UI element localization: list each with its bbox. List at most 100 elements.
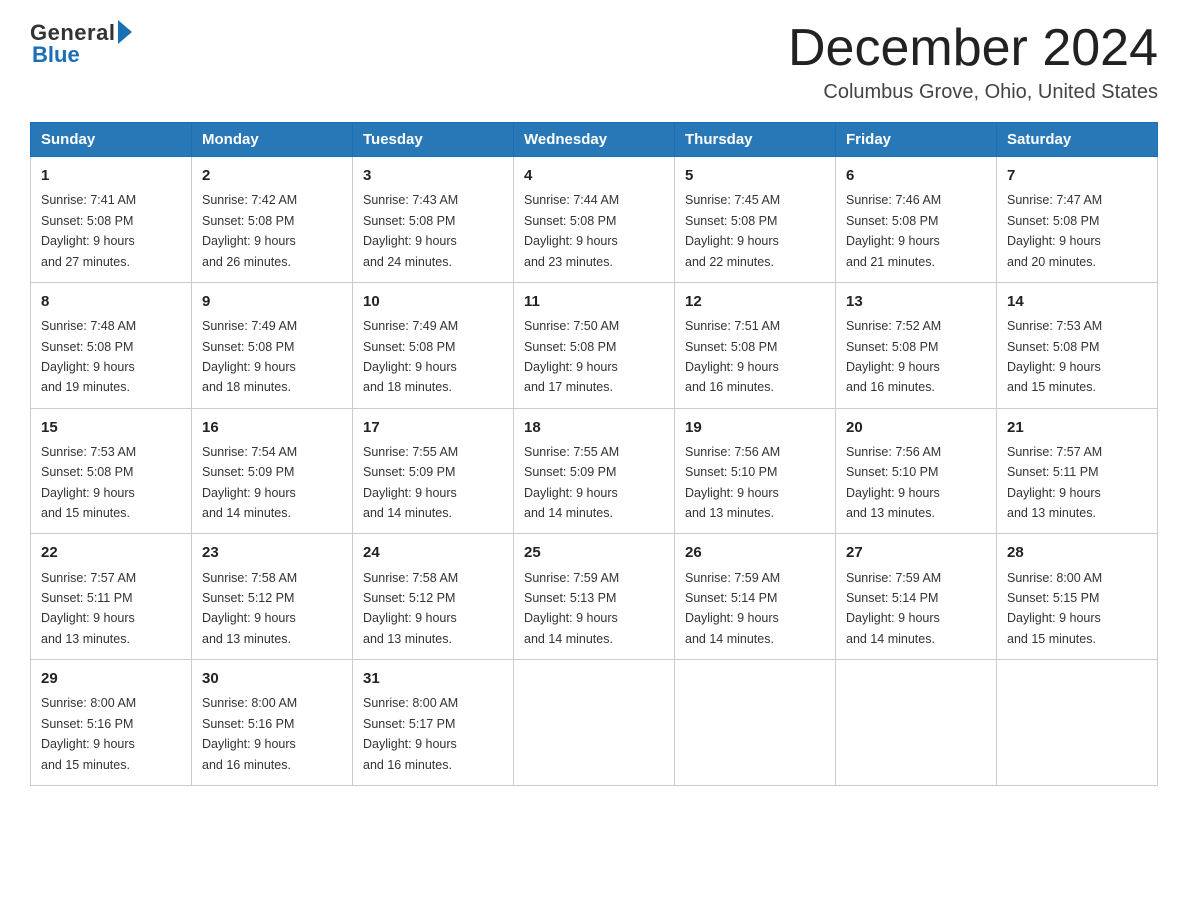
title-block: December 2024 Columbus Grove, Ohio, Unit… — [788, 20, 1158, 104]
calendar-day-cell: 22 Sunrise: 7:57 AMSunset: 5:11 PMDaylig… — [31, 534, 192, 660]
day-info: Sunrise: 7:59 AMSunset: 5:14 PMDaylight:… — [846, 571, 941, 646]
day-number: 7 — [1007, 164, 1147, 187]
calendar-day-cell — [514, 660, 675, 786]
calendar-day-cell — [836, 660, 997, 786]
day-number: 2 — [202, 164, 342, 187]
calendar-day-cell: 17 Sunrise: 7:55 AMSunset: 5:09 PMDaylig… — [353, 408, 514, 534]
calendar-day-cell: 14 Sunrise: 7:53 AMSunset: 5:08 PMDaylig… — [997, 282, 1158, 408]
day-number: 25 — [524, 541, 664, 564]
calendar-day-cell: 19 Sunrise: 7:56 AMSunset: 5:10 PMDaylig… — [675, 408, 836, 534]
day-info: Sunrise: 7:51 AMSunset: 5:08 PMDaylight:… — [685, 319, 780, 394]
calendar-day-cell: 9 Sunrise: 7:49 AMSunset: 5:08 PMDayligh… — [192, 282, 353, 408]
day-info: Sunrise: 7:48 AMSunset: 5:08 PMDaylight:… — [41, 319, 136, 394]
day-info: Sunrise: 7:53 AMSunset: 5:08 PMDaylight:… — [41, 445, 136, 520]
day-info: Sunrise: 8:00 AMSunset: 5:17 PMDaylight:… — [363, 696, 458, 771]
calendar-header-saturday: Saturday — [997, 123, 1158, 157]
day-number: 10 — [363, 290, 503, 313]
day-number: 23 — [202, 541, 342, 564]
day-info: Sunrise: 8:00 AMSunset: 5:15 PMDaylight:… — [1007, 571, 1102, 646]
calendar-header-row: SundayMondayTuesdayWednesdayThursdayFrid… — [31, 123, 1158, 157]
calendar-week-row: 8 Sunrise: 7:48 AMSunset: 5:08 PMDayligh… — [31, 282, 1158, 408]
calendar-day-cell: 20 Sunrise: 7:56 AMSunset: 5:10 PMDaylig… — [836, 408, 997, 534]
calendar-header-thursday: Thursday — [675, 123, 836, 157]
day-number: 29 — [41, 667, 181, 690]
day-info: Sunrise: 7:56 AMSunset: 5:10 PMDaylight:… — [846, 445, 941, 520]
day-info: Sunrise: 7:58 AMSunset: 5:12 PMDaylight:… — [363, 571, 458, 646]
day-number: 22 — [41, 541, 181, 564]
day-number: 14 — [1007, 290, 1147, 313]
day-info: Sunrise: 7:49 AMSunset: 5:08 PMDaylight:… — [202, 319, 297, 394]
day-number: 31 — [363, 667, 503, 690]
calendar-day-cell: 13 Sunrise: 7:52 AMSunset: 5:08 PMDaylig… — [836, 282, 997, 408]
day-number: 1 — [41, 164, 181, 187]
day-number: 6 — [846, 164, 986, 187]
calendar-day-cell: 16 Sunrise: 7:54 AMSunset: 5:09 PMDaylig… — [192, 408, 353, 534]
logo-arrow-icon — [118, 20, 132, 44]
day-number: 30 — [202, 667, 342, 690]
logo-blue-text: Blue — [32, 42, 80, 68]
day-info: Sunrise: 7:52 AMSunset: 5:08 PMDaylight:… — [846, 319, 941, 394]
day-info: Sunrise: 7:49 AMSunset: 5:08 PMDaylight:… — [363, 319, 458, 394]
day-info: Sunrise: 7:57 AMSunset: 5:11 PMDaylight:… — [41, 571, 136, 646]
day-number: 11 — [524, 290, 664, 313]
calendar-day-cell — [997, 660, 1158, 786]
day-number: 3 — [363, 164, 503, 187]
calendar-day-cell: 25 Sunrise: 7:59 AMSunset: 5:13 PMDaylig… — [514, 534, 675, 660]
day-info: Sunrise: 7:42 AMSunset: 5:08 PMDaylight:… — [202, 193, 297, 268]
day-info: Sunrise: 7:55 AMSunset: 5:09 PMDaylight:… — [363, 445, 458, 520]
calendar-table: SundayMondayTuesdayWednesdayThursdayFrid… — [30, 122, 1158, 786]
day-number: 4 — [524, 164, 664, 187]
calendar-day-cell: 30 Sunrise: 8:00 AMSunset: 5:16 PMDaylig… — [192, 660, 353, 786]
calendar-day-cell: 15 Sunrise: 7:53 AMSunset: 5:08 PMDaylig… — [31, 408, 192, 534]
calendar-header-tuesday: Tuesday — [353, 123, 514, 157]
day-number: 21 — [1007, 416, 1147, 439]
day-info: Sunrise: 7:41 AMSunset: 5:08 PMDaylight:… — [41, 193, 136, 268]
calendar-day-cell: 26 Sunrise: 7:59 AMSunset: 5:14 PMDaylig… — [675, 534, 836, 660]
day-info: Sunrise: 7:59 AMSunset: 5:13 PMDaylight:… — [524, 571, 619, 646]
calendar-day-cell: 24 Sunrise: 7:58 AMSunset: 5:12 PMDaylig… — [353, 534, 514, 660]
day-info: Sunrise: 7:46 AMSunset: 5:08 PMDaylight:… — [846, 193, 941, 268]
day-info: Sunrise: 8:00 AMSunset: 5:16 PMDaylight:… — [202, 696, 297, 771]
calendar-day-cell: 3 Sunrise: 7:43 AMSunset: 5:08 PMDayligh… — [353, 157, 514, 283]
page-header: General Blue December 2024 Columbus Grov… — [30, 20, 1158, 104]
calendar-day-cell: 23 Sunrise: 7:58 AMSunset: 5:12 PMDaylig… — [192, 534, 353, 660]
day-number: 28 — [1007, 541, 1147, 564]
calendar-day-cell: 5 Sunrise: 7:45 AMSunset: 5:08 PMDayligh… — [675, 157, 836, 283]
calendar-day-cell: 6 Sunrise: 7:46 AMSunset: 5:08 PMDayligh… — [836, 157, 997, 283]
day-number: 8 — [41, 290, 181, 313]
day-info: Sunrise: 7:55 AMSunset: 5:09 PMDaylight:… — [524, 445, 619, 520]
day-number: 20 — [846, 416, 986, 439]
calendar-day-cell: 31 Sunrise: 8:00 AMSunset: 5:17 PMDaylig… — [353, 660, 514, 786]
calendar-day-cell: 7 Sunrise: 7:47 AMSunset: 5:08 PMDayligh… — [997, 157, 1158, 283]
day-info: Sunrise: 7:47 AMSunset: 5:08 PMDaylight:… — [1007, 193, 1102, 268]
calendar-header-sunday: Sunday — [31, 123, 192, 157]
calendar-day-cell: 12 Sunrise: 7:51 AMSunset: 5:08 PMDaylig… — [675, 282, 836, 408]
day-number: 17 — [363, 416, 503, 439]
calendar-day-cell: 4 Sunrise: 7:44 AMSunset: 5:08 PMDayligh… — [514, 157, 675, 283]
calendar-week-row: 1 Sunrise: 7:41 AMSunset: 5:08 PMDayligh… — [31, 157, 1158, 283]
day-number: 16 — [202, 416, 342, 439]
day-number: 27 — [846, 541, 986, 564]
calendar-day-cell: 21 Sunrise: 7:57 AMSunset: 5:11 PMDaylig… — [997, 408, 1158, 534]
calendar-day-cell: 11 Sunrise: 7:50 AMSunset: 5:08 PMDaylig… — [514, 282, 675, 408]
calendar-day-cell: 27 Sunrise: 7:59 AMSunset: 5:14 PMDaylig… — [836, 534, 997, 660]
day-info: Sunrise: 7:45 AMSunset: 5:08 PMDaylight:… — [685, 193, 780, 268]
day-info: Sunrise: 7:59 AMSunset: 5:14 PMDaylight:… — [685, 571, 780, 646]
month-title: December 2024 — [788, 20, 1158, 77]
day-info: Sunrise: 7:54 AMSunset: 5:09 PMDaylight:… — [202, 445, 297, 520]
day-number: 19 — [685, 416, 825, 439]
day-number: 12 — [685, 290, 825, 313]
day-number: 18 — [524, 416, 664, 439]
day-info: Sunrise: 7:56 AMSunset: 5:10 PMDaylight:… — [685, 445, 780, 520]
calendar-day-cell: 18 Sunrise: 7:55 AMSunset: 5:09 PMDaylig… — [514, 408, 675, 534]
day-info: Sunrise: 7:53 AMSunset: 5:08 PMDaylight:… — [1007, 319, 1102, 394]
calendar-week-row: 29 Sunrise: 8:00 AMSunset: 5:16 PMDaylig… — [31, 660, 1158, 786]
location-subtitle: Columbus Grove, Ohio, United States — [788, 81, 1158, 104]
day-info: Sunrise: 7:50 AMSunset: 5:08 PMDaylight:… — [524, 319, 619, 394]
day-info: Sunrise: 8:00 AMSunset: 5:16 PMDaylight:… — [41, 696, 136, 771]
calendar-day-cell: 10 Sunrise: 7:49 AMSunset: 5:08 PMDaylig… — [353, 282, 514, 408]
day-number: 15 — [41, 416, 181, 439]
calendar-day-cell: 28 Sunrise: 8:00 AMSunset: 5:15 PMDaylig… — [997, 534, 1158, 660]
calendar-day-cell: 2 Sunrise: 7:42 AMSunset: 5:08 PMDayligh… — [192, 157, 353, 283]
calendar-header-monday: Monday — [192, 123, 353, 157]
